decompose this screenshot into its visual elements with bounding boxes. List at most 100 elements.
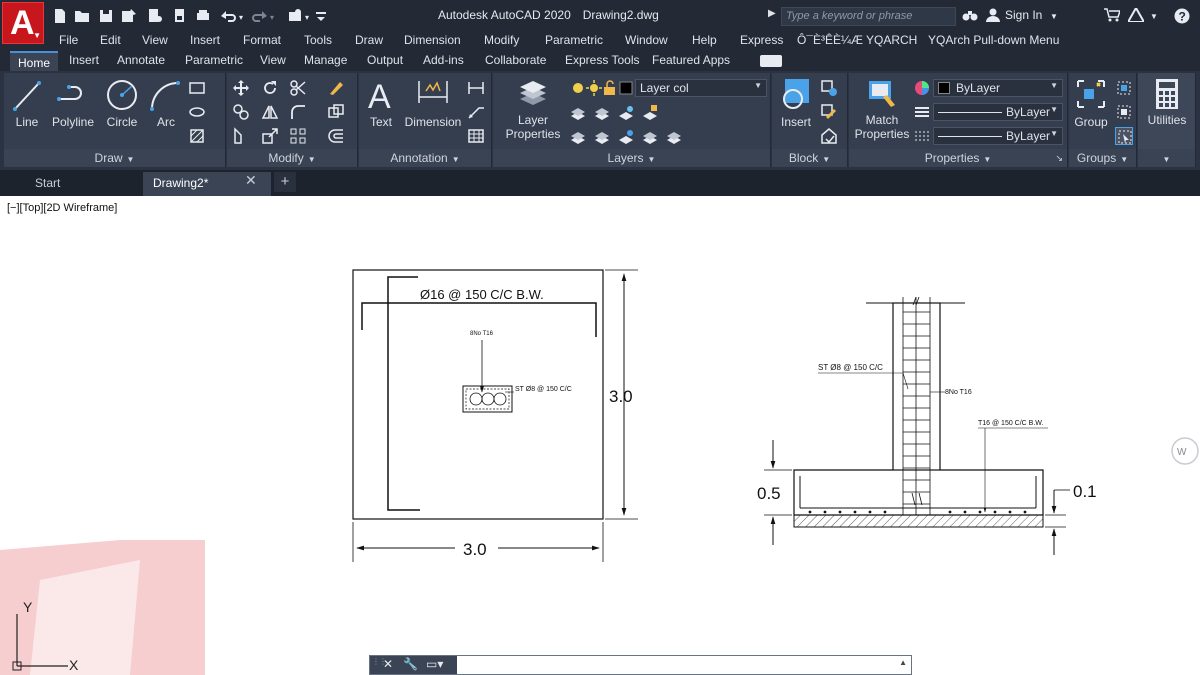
tab-view[interactable]: View — [260, 53, 286, 67]
layer-unlock-icon[interactable] — [601, 79, 615, 97]
tab-output[interactable]: Output — [367, 53, 403, 67]
polyline-button[interactable]: Polyline — [48, 77, 98, 129]
layer-lock-icon[interactable] — [641, 103, 659, 121]
edit-block-icon[interactable] — [820, 103, 838, 121]
save-as-icon[interactable] — [121, 8, 137, 24]
create-block-icon[interactable] — [820, 79, 838, 97]
color-dropdown[interactable]: ByLayer ▼ — [933, 79, 1063, 97]
mirror-icon[interactable] — [261, 103, 279, 121]
tab-parametric[interactable]: Parametric — [185, 53, 243, 67]
layer-previous-icon[interactable] — [593, 127, 611, 145]
layer-isolate-icon[interactable] — [593, 103, 611, 121]
search-input[interactable]: Type a keyword or phrase — [781, 7, 956, 26]
rotate-icon[interactable] — [261, 79, 279, 97]
section-column[interactable] — [892, 302, 941, 471]
layer-merge-icon[interactable] — [641, 127, 659, 145]
plan-bar-vertical[interactable] — [387, 276, 420, 511]
linetype-dropdown[interactable]: ByLayer ▼ — [933, 103, 1063, 121]
hatch-icon[interactable] — [188, 127, 206, 145]
layer-thaw-icon[interactable] — [585, 79, 602, 97]
layer-properties-button[interactable]: Layer Properties — [501, 77, 565, 141]
erase-icon[interactable] — [327, 79, 345, 97]
search-expand-icon[interactable]: ▶ — [768, 8, 776, 19]
save-icon[interactable] — [98, 8, 114, 24]
rectangle-icon[interactable] — [188, 79, 206, 97]
array-icon[interactable] — [289, 127, 307, 145]
share-icon[interactable]: ▾ — [288, 8, 314, 24]
menu-custom[interactable]: Ô¯È³ÊÈ¼Æ — [797, 33, 863, 47]
application-menu-button[interactable]: A ▼ — [2, 2, 44, 44]
properties-panel-title[interactable]: Properties ▼ ↘ — [849, 149, 1067, 167]
plan-outline[interactable] — [352, 269, 604, 520]
open-folder-icon[interactable] — [74, 8, 90, 24]
menu-draw[interactable]: Draw — [355, 33, 383, 47]
footing-section[interactable]: ST Ø8 @ 150 C/C 8No T16 T16 @ 150 C/C B.… — [757, 296, 1097, 555]
modify-panel-title[interactable]: Modify ▼ — [227, 149, 357, 167]
tab-add-ins[interactable]: Add-ins — [423, 53, 464, 67]
help-icon[interactable]: ? — [1174, 8, 1190, 27]
color-wheel-icon[interactable] — [913, 79, 931, 97]
menu-insert[interactable]: Insert — [190, 33, 220, 47]
group-edit-icon[interactable] — [1115, 103, 1133, 121]
undo-icon[interactable]: ▾ — [219, 8, 245, 24]
section-blinding[interactable] — [793, 514, 1044, 528]
sign-in-button[interactable]: Sign In — [1005, 8, 1042, 22]
menu-tools[interactable]: Tools — [304, 33, 332, 47]
tab-annotate[interactable]: Annotate — [117, 53, 165, 67]
menu-express[interactable]: Express — [740, 33, 783, 47]
offset-icon[interactable] — [327, 127, 345, 145]
command-line-close-icon[interactable]: ✕ — [383, 657, 393, 671]
tab-home[interactable]: Home — [10, 51, 59, 71]
layer-on-icon[interactable] — [569, 79, 583, 97]
menu-modify[interactable]: Modify — [484, 33, 519, 47]
menu-parametric[interactable]: Parametric — [545, 33, 603, 47]
tab-featured-apps[interactable]: Featured Apps — [652, 53, 730, 67]
scale-icon[interactable] — [261, 127, 279, 145]
groups-panel-title[interactable]: Groups ▼ — [1069, 149, 1136, 167]
group-selection-icon[interactable] — [1115, 127, 1133, 145]
command-line-customize-icon[interactable]: 🔧 — [403, 657, 418, 671]
menu-file[interactable]: File — [59, 33, 78, 47]
command-line-recent-icon[interactable]: ▭▾ — [426, 657, 443, 671]
table-icon[interactable] — [467, 127, 485, 145]
app-dropdown-icon[interactable]: ▼ — [1150, 12, 1158, 21]
fillet-icon[interactable] — [289, 103, 307, 121]
utilities-panel-expand[interactable]: ▼ — [1138, 149, 1195, 167]
menu-yqarch-pulldown[interactable]: YQArch Pull-down Menu — [928, 33, 1059, 47]
plot-icon[interactable] — [195, 8, 211, 24]
lineweight-icon[interactable] — [913, 103, 931, 121]
new-tab-button[interactable]: + — [274, 172, 296, 192]
move-icon[interactable] — [232, 79, 250, 97]
binoculars-icon[interactable] — [962, 8, 978, 25]
sign-in-dropdown-icon[interactable]: ▼ — [1050, 12, 1058, 21]
copy-icon[interactable] — [232, 103, 250, 121]
circle-button[interactable]: Circle — [100, 77, 144, 129]
layer-match-icon[interactable] — [569, 127, 587, 145]
command-input[interactable] — [458, 657, 878, 673]
footing-plan[interactable]: Ø16 @ 150 C/C B.W. 8No T16 ST Ø8 @ 150 C… — [352, 269, 638, 562]
menu-format[interactable]: Format — [243, 33, 281, 47]
arc-button[interactable]: Arc — [146, 77, 186, 129]
dimension-button[interactable]: Dimension — [403, 77, 463, 129]
menu-yqarch[interactable]: YQARCH — [866, 33, 917, 47]
close-tab-icon[interactable]: ✕ — [245, 172, 257, 189]
save-to-web-icon[interactable] — [172, 8, 188, 24]
layer-delete-icon[interactable] — [665, 127, 683, 145]
menu-help[interactable]: Help — [692, 33, 717, 47]
menu-window[interactable]: Window — [625, 33, 668, 47]
trim-icon[interactable] — [289, 79, 307, 97]
linear-dim-icon[interactable] — [467, 79, 485, 97]
command-history-icon[interactable]: ▲ — [899, 658, 907, 667]
layer-off-icon[interactable] — [569, 103, 587, 121]
menu-dimension[interactable]: Dimension — [404, 33, 461, 47]
line-button[interactable]: Line — [10, 77, 44, 129]
explode-icon[interactable] — [327, 103, 345, 121]
layer-walk-icon[interactable] — [617, 127, 635, 145]
start-tab[interactable]: Start — [25, 172, 133, 196]
layers-panel-title[interactable]: Layers ▼ — [493, 149, 770, 167]
utilities-button[interactable]: Utilities — [1140, 77, 1194, 127]
block-panel-title[interactable]: Block ▼ — [772, 149, 847, 167]
leader-icon[interactable] — [467, 103, 485, 121]
match-properties-button[interactable]: Match Properties — [853, 77, 911, 141]
tab-manage[interactable]: Manage — [304, 53, 347, 67]
